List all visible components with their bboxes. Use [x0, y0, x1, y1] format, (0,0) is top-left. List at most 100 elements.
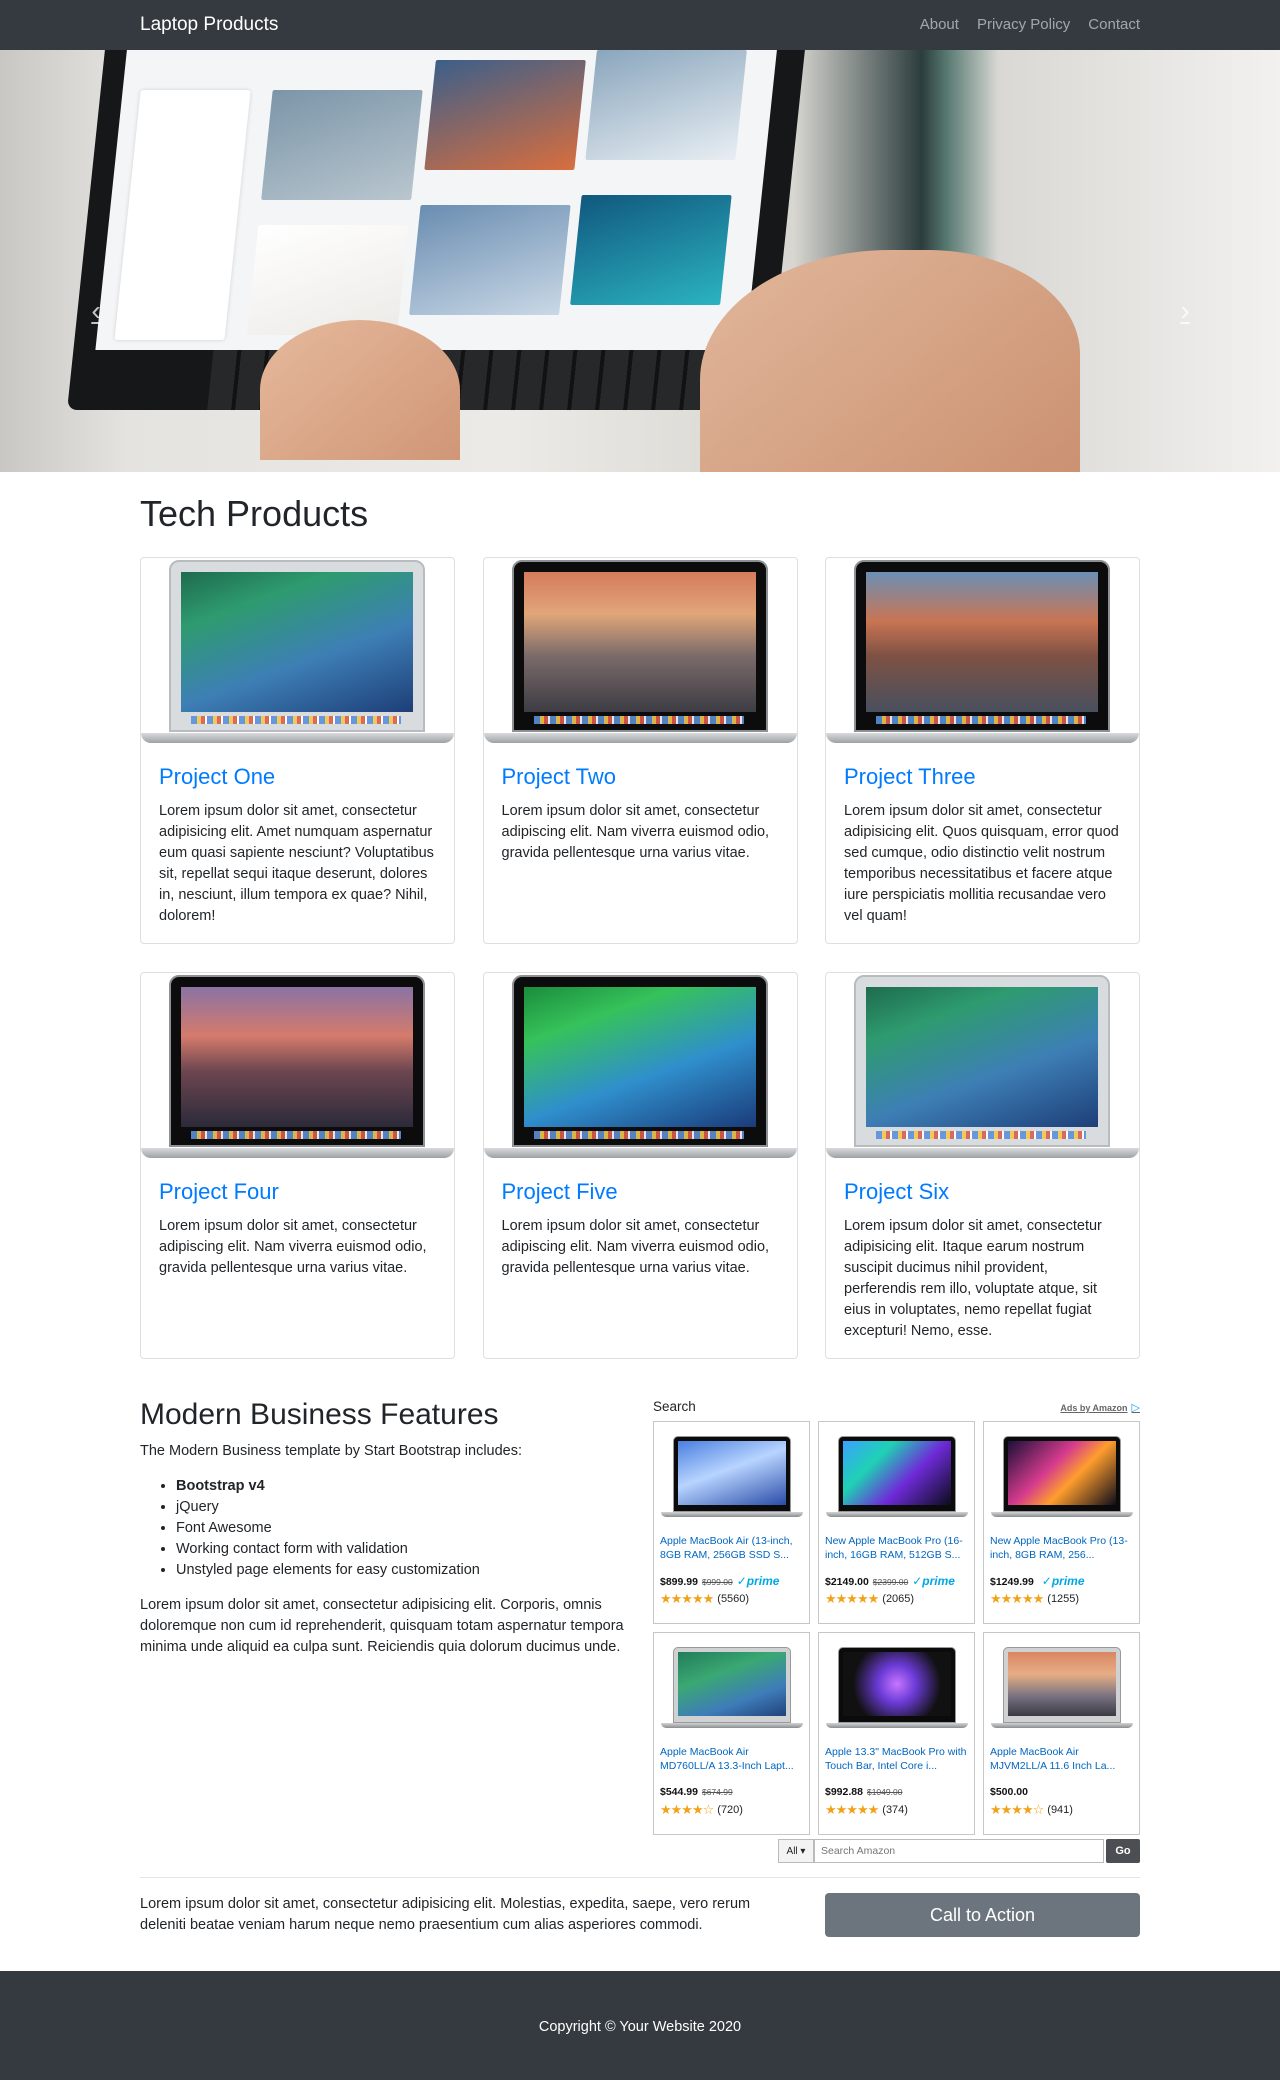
ad-review-count[interactable]: (720) [717, 1803, 743, 1817]
features-list: Bootstrap v4 jQuery Font Awesome Working… [140, 1476, 630, 1581]
ad-price-old: $1049.00 [866, 1787, 903, 1798]
ads-by-amazon-link[interactable]: Ads by Amazon ▷ [1060, 1400, 1140, 1417]
product-card: Project One Lorem ipsum dolor sit amet, … [140, 557, 455, 945]
ad-item[interactable]: New Apple MacBook Pro (16-inch, 16GB RAM… [818, 1421, 975, 1625]
product-title-link[interactable]: Project Five [502, 1179, 777, 1205]
brand-link[interactable]: Laptop Products [140, 11, 278, 40]
product-image-link[interactable] [141, 973, 454, 1163]
hero-theme-tile [409, 205, 571, 315]
ad-review-count[interactable]: (5560) [717, 1592, 749, 1606]
ad-product-image[interactable] [990, 1428, 1133, 1518]
feature-item: Font Awesome [176, 1518, 630, 1539]
hero-filter-panel [114, 90, 251, 340]
product-image-link[interactable] [483, 973, 797, 1163]
ad-item[interactable]: Apple 13.3" MacBook Pro with Touch Bar, … [818, 1632, 975, 1836]
nav-links: About Privacy Policy Contact [920, 14, 1140, 37]
star-rating-icon: ★★★★★ [825, 1591, 879, 1607]
features-heading: Modern Business Features [140, 1398, 499, 1432]
product-card: Project Three Lorem ipsum dolor sit amet… [825, 557, 1140, 945]
ad-review-count[interactable]: (941) [1047, 1803, 1073, 1817]
ad-item[interactable]: Apple MacBook Air MD760LL/A 13.3-Inch La… [653, 1632, 810, 1836]
nav-link-privacy-policy[interactable]: Privacy Policy [977, 14, 1070, 37]
product-image-link[interactable] [826, 558, 1139, 748]
cta-section: Lorem ipsum dolor sit amet, consectetur … [140, 1893, 1140, 1938]
star-rating-icon: ★★★★☆ [990, 1802, 1044, 1818]
ad-product-image[interactable] [825, 1639, 968, 1729]
ad-price: $899.99 $999.00 ✓prime [660, 1574, 803, 1590]
features-text: Modern Business Features The Modern Busi… [140, 1387, 630, 1863]
product-image-link[interactable] [483, 558, 797, 748]
hero-theme-tile [246, 225, 409, 335]
hero-theme-tile [424, 60, 586, 170]
ad-item[interactable]: Apple MacBook Air (13-inch, 8GB RAM, 256… [653, 1421, 810, 1625]
ad-product-image[interactable] [825, 1428, 968, 1518]
amazon-search-input[interactable] [814, 1839, 1104, 1864]
ads-title: Search [653, 1399, 696, 1415]
product-description: Lorem ipsum dolor sit amet, consectetur … [159, 802, 434, 924]
hero-carousel: ‹ › [0, 50, 1280, 472]
ad-price: $2149.00 $2399.00 ✓prime [825, 1574, 968, 1590]
prime-badge-icon: ✓prime [912, 1574, 955, 1589]
prime-badge-icon: ✓prime [1041, 1574, 1085, 1589]
laptop-image [483, 558, 797, 748]
ad-item[interactable]: Apple MacBook Air MJVM2LL/A 11.6 Inch La… [983, 1632, 1140, 1836]
ad-product-link[interactable]: Apple MacBook Air MD760LL/A 13.3-Inch La… [660, 1745, 803, 1773]
call-to-action-button[interactable]: Call to Action [825, 1893, 1140, 1938]
ads-grid: Apple MacBook Air (13-inch, 8GB RAM, 256… [653, 1421, 1140, 1836]
features-body: Lorem ipsum dolor sit amet, consectetur … [140, 1597, 624, 1656]
feature-item: Bootstrap v4 [176, 1476, 630, 1497]
star-rating-icon: ★★★★★ [990, 1591, 1044, 1607]
ad-product-link[interactable]: Apple 13.3" MacBook Pro with Touch Bar, … [825, 1745, 968, 1773]
product-title-link[interactable]: Project Six [844, 1179, 1119, 1205]
product-title-link[interactable]: Project One [159, 764, 434, 790]
ad-review-count[interactable]: (374) [882, 1803, 908, 1817]
ad-price-old: $999.00 [701, 1577, 733, 1588]
ad-rating: ★★★★★ (374) [825, 1803, 968, 1817]
laptop-image [483, 973, 797, 1163]
ad-product-link[interactable]: New Apple MacBook Pro (13-inch, 8GB RAM,… [990, 1534, 1133, 1562]
product-title-link[interactable]: Project Two [502, 764, 777, 790]
ad-price-current: $899.99 [660, 1576, 698, 1589]
nav-link-contact[interactable]: Contact [1088, 14, 1140, 37]
chevron-left-icon[interactable]: ‹ [86, 296, 106, 326]
search-category-select[interactable]: All ▾ [778, 1839, 814, 1864]
ad-review-count[interactable]: (1255) [1047, 1592, 1079, 1606]
product-image-link[interactable] [141, 558, 454, 748]
laptop-image [826, 558, 1139, 748]
ad-price: $544.99 $674.99 [660, 1785, 803, 1801]
hero-laptop-screen [95, 50, 777, 350]
ad-rating: ★★★★★ (5560) [660, 1592, 803, 1606]
features-intro: The Modern Business template by Start Bo… [140, 1443, 523, 1460]
ad-review-count[interactable]: (2065) [882, 1592, 914, 1606]
product-title-link[interactable]: Project Three [844, 764, 1119, 790]
ad-product-link[interactable]: Apple MacBook Air MJVM2LL/A 11.6 Inch La… [990, 1745, 1133, 1773]
navbar: Laptop Products About Privacy Policy Con… [0, 0, 1280, 50]
ad-product-link[interactable]: Apple MacBook Air (13-inch, 8GB RAM, 256… [660, 1534, 803, 1562]
hero-theme-tile [261, 90, 423, 200]
hero-theme-tile [585, 50, 747, 160]
product-description: Lorem ipsum dolor sit amet, consectetur … [159, 1217, 427, 1276]
ads-header: Search Ads by Amazon ▷ [653, 1387, 1140, 1421]
star-rating-icon: ★★★★★ [825, 1802, 879, 1818]
adchoices-icon: ▷ [1131, 1402, 1140, 1415]
star-rating-icon: ★★★★★ [660, 1591, 714, 1607]
ad-product-image[interactable] [990, 1639, 1133, 1729]
ad-product-image[interactable] [660, 1428, 803, 1518]
ad-price-old: $2399.00 [872, 1577, 909, 1588]
ad-price-current: $500.00 [990, 1786, 1028, 1799]
product-grid: Project Four Lorem ipsum dolor sit amet,… [140, 972, 1140, 1360]
nav-link-about[interactable]: About [920, 14, 959, 37]
ad-price: $992.88 $1049.00 [825, 1785, 968, 1801]
product-title-link[interactable]: Project Four [159, 1179, 434, 1205]
ad-product-link[interactable]: New Apple MacBook Pro (16-inch, 16GB RAM… [825, 1534, 968, 1562]
feature-item: Unstyled page elements for easy customiz… [176, 1560, 630, 1581]
product-image-link[interactable] [826, 973, 1139, 1163]
chevron-right-icon[interactable]: › [1175, 296, 1195, 326]
ad-rating: ★★★★☆ (720) [660, 1803, 803, 1817]
product-description: Lorem ipsum dolor sit amet, consectetur … [501, 802, 770, 861]
hero-theme-tile [570, 195, 732, 305]
ad-item[interactable]: New Apple MacBook Pro (13-inch, 8GB RAM,… [983, 1421, 1140, 1625]
ad-product-image[interactable] [660, 1639, 803, 1729]
feature-item: Working contact form with validation [176, 1539, 630, 1560]
amazon-search-go-button[interactable]: Go [1106, 1839, 1140, 1864]
